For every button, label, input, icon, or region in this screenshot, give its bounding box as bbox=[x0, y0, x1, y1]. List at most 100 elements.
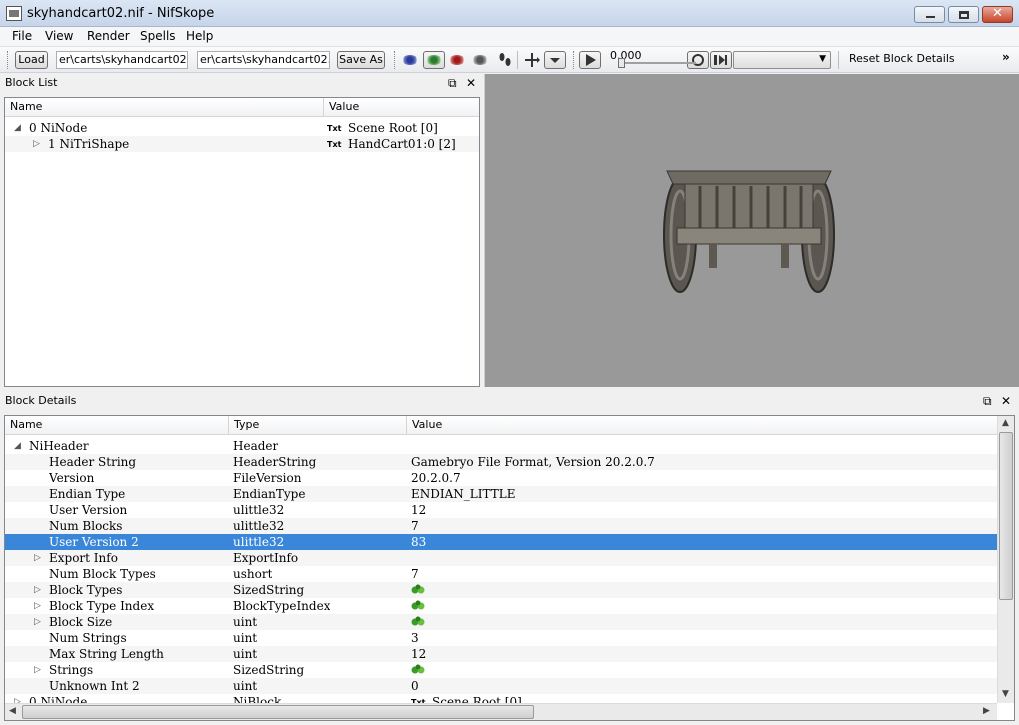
close-button[interactable]: ✕ bbox=[982, 6, 1013, 23]
table-row[interactable]: ▷ Block Size uint bbox=[5, 614, 998, 630]
block-list-tree[interactable]: Name Value ◢ 0 NiNode Txt Scene Root [0]… bbox=[4, 97, 480, 387]
column-header-value[interactable]: Value bbox=[407, 416, 998, 435]
row-value[interactable]: 12 bbox=[411, 646, 426, 662]
block-details-tree[interactable]: Name Type Value ◢ NiHeader Header Header St… bbox=[4, 415, 1015, 721]
row-value[interactable]: 20.2.0.7 bbox=[411, 470, 461, 486]
menu-view[interactable]: View bbox=[45, 29, 73, 43]
toolbar-grip[interactable] bbox=[394, 51, 397, 69]
save-as-button[interactable]: Save As bbox=[337, 51, 385, 69]
maximize-button[interactable] bbox=[948, 6, 979, 23]
row-name: Block Types bbox=[49, 583, 123, 597]
vertical-scrollbar[interactable]: ▲ ▼ bbox=[997, 416, 1014, 703]
row-value[interactable]: 0 bbox=[411, 678, 419, 694]
list-item[interactable]: ◢ 0 NiNode Txt Scene Root [0] bbox=[5, 120, 479, 136]
array-refresh-icon[interactable] bbox=[411, 600, 425, 612]
table-row[interactable]: ▷ Block Type Index BlockTypeIndex bbox=[5, 598, 998, 614]
switch-button[interactable] bbox=[710, 51, 732, 69]
table-row[interactable]: ◢ NiHeader Header bbox=[5, 438, 998, 454]
table-row[interactable]: Header String HeaderString Gamebryo File F… bbox=[5, 454, 998, 470]
row-name: User Version 2 bbox=[49, 535, 139, 549]
table-row[interactable]: Num Block Types ushort 7 bbox=[5, 566, 998, 582]
collapsed-arrow-icon[interactable]: ▷ bbox=[34, 582, 41, 598]
vertical-scroll-thumb[interactable] bbox=[999, 432, 1013, 600]
table-row[interactable]: Unknown Int 2 uint 0 bbox=[5, 678, 998, 694]
toolbar-grip[interactable] bbox=[573, 51, 576, 69]
close-panel-icon[interactable]: ✕ bbox=[466, 74, 476, 92]
menu-render[interactable]: Render bbox=[87, 29, 130, 43]
float-icon[interactable]: ⧉ bbox=[448, 74, 457, 92]
table-row[interactable]: Endian Type EndianType ENDIAN_LITTLE bbox=[5, 486, 998, 502]
horizontal-scrollbar[interactable]: ◀ ▶ bbox=[5, 703, 997, 720]
horizontal-scroll-thumb[interactable] bbox=[22, 705, 534, 719]
table-row[interactable]: Num Blocks ulittle32 7 bbox=[5, 518, 998, 534]
table-row[interactable]: ▷ Strings SizedString bbox=[5, 662, 998, 678]
table-row[interactable]: User Version 2 ulittle32 83 bbox=[5, 534, 998, 550]
table-row[interactable]: ▷ Export Info ExportInfo bbox=[5, 550, 998, 566]
eye-blue-icon[interactable] bbox=[402, 55, 418, 65]
toolbar: Load er\carts\skyhandcart02.nif er\carts… bbox=[0, 47, 1019, 73]
array-refresh-icon[interactable] bbox=[411, 584, 425, 596]
reset-block-details-button[interactable]: Reset Block Details bbox=[849, 52, 955, 65]
loop-button[interactable] bbox=[687, 51, 709, 69]
row-value[interactable]: 7 bbox=[411, 566, 419, 582]
row-value[interactable]: 7 bbox=[411, 518, 419, 534]
table-row[interactable]: Version FileVersion 20.2.0.7 bbox=[5, 470, 998, 486]
menu-spells[interactable]: Spells bbox=[140, 29, 176, 43]
switch-icon bbox=[714, 55, 727, 65]
row-value[interactable]: 3 bbox=[411, 630, 419, 646]
eye-gray-icon[interactable] bbox=[472, 55, 488, 65]
time-slider-handle[interactable] bbox=[618, 58, 625, 68]
scroll-up-icon[interactable]: ▲ bbox=[1002, 418, 1009, 428]
time-slider-track[interactable] bbox=[618, 62, 696, 64]
toggle-green-eye-button[interactable] bbox=[423, 51, 445, 69]
save-path-input[interactable]: er\carts\skyhandcart02.nif bbox=[197, 51, 330, 69]
axis-icon[interactable] bbox=[521, 50, 543, 70]
table-row[interactable]: Num Strings uint 3 bbox=[5, 630, 998, 646]
menu-help[interactable]: Help bbox=[186, 29, 213, 43]
menu-file[interactable]: File bbox=[12, 29, 32, 43]
eye-red-icon[interactable] bbox=[449, 55, 465, 65]
row-type: uint bbox=[233, 647, 258, 661]
column-header-value[interactable]: Value bbox=[324, 98, 479, 117]
close-panel-icon[interactable]: ✕ bbox=[1001, 392, 1011, 410]
row-value[interactable]: ENDIAN_LITTLE bbox=[411, 486, 515, 502]
play-button[interactable] bbox=[579, 51, 601, 69]
scroll-down-icon[interactable]: ▼ bbox=[1002, 689, 1009, 699]
column-header-type[interactable]: Type bbox=[229, 416, 407, 435]
block-list-title: Block List bbox=[5, 76, 58, 89]
collapsed-arrow-icon[interactable]: ▷ bbox=[34, 598, 41, 614]
collapsed-arrow-icon[interactable]: ▷ bbox=[34, 662, 41, 678]
array-refresh-icon[interactable] bbox=[411, 664, 425, 676]
column-header-name[interactable]: Name bbox=[5, 98, 324, 117]
toolbar-grip[interactable] bbox=[7, 51, 10, 69]
minimize-button[interactable] bbox=[914, 6, 945, 23]
load-path-input[interactable]: er\carts\skyhandcart02.nif bbox=[56, 51, 188, 69]
row-value[interactable]: 83 bbox=[411, 534, 426, 550]
collapsed-arrow-icon[interactable]: ▷ bbox=[34, 550, 41, 566]
animation-select[interactable]: ▼ bbox=[733, 51, 831, 69]
footprints-icon[interactable] bbox=[494, 50, 516, 70]
table-row[interactable]: ▷ Block Types SizedString bbox=[5, 582, 998, 598]
txt-icon: Txt bbox=[327, 124, 342, 133]
expanded-arrow-icon[interactable]: ◢ bbox=[14, 120, 21, 136]
scroll-right-icon[interactable]: ▶ bbox=[983, 706, 990, 716]
app-icon bbox=[6, 6, 22, 21]
collapsed-arrow-icon[interactable]: ▷ bbox=[33, 136, 40, 152]
toolbar-overflow-button[interactable]: » bbox=[1002, 50, 1010, 64]
list-item[interactable]: ▷ 1 NiTriShape Txt HandCart01:0 [2] bbox=[5, 136, 479, 152]
table-row[interactable]: Max String Length uint 12 bbox=[5, 646, 998, 662]
row-value[interactable]: Gamebryo File Format, Version 20.2.0.7 bbox=[411, 454, 655, 470]
view-dropdown-button[interactable] bbox=[544, 51, 566, 69]
table-row[interactable]: User Version ulittle32 12 bbox=[5, 502, 998, 518]
column-header-name[interactable]: Name bbox=[5, 416, 229, 435]
scroll-left-icon[interactable]: ◀ bbox=[9, 706, 16, 716]
array-refresh-icon[interactable] bbox=[411, 616, 425, 628]
collapsed-arrow-icon[interactable]: ▷ bbox=[34, 614, 41, 630]
load-button[interactable]: Load bbox=[15, 51, 48, 69]
row-value[interactable]: 12 bbox=[411, 502, 426, 518]
txt-icon: Txt bbox=[327, 140, 342, 149]
maximize-icon bbox=[959, 11, 969, 19]
float-icon[interactable]: ⧉ bbox=[983, 392, 992, 410]
expanded-arrow-icon[interactable]: ◢ bbox=[14, 438, 21, 454]
render-viewport[interactable] bbox=[484, 74, 1019, 387]
